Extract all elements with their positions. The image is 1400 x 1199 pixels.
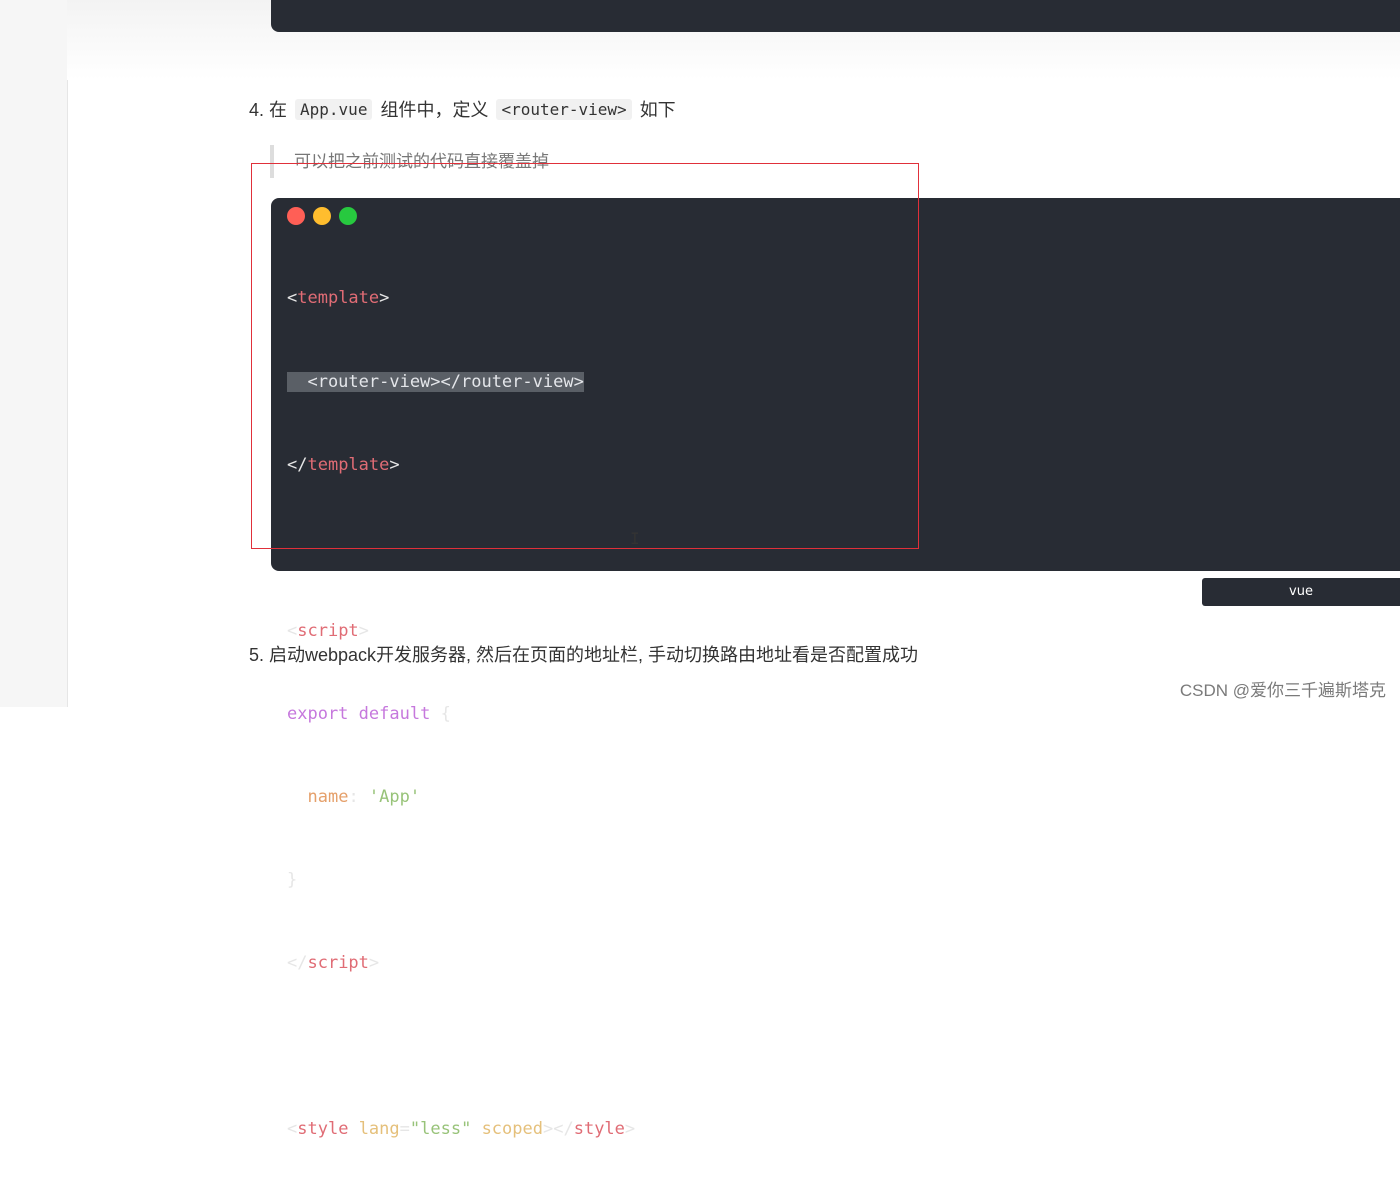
code-block: <template> <router-view></router-view> <… [271, 198, 1400, 1139]
code-content[interactable]: <template> <router-view></router-view> <… [287, 230, 635, 1199]
code-token: </ [287, 953, 308, 974]
code-line-11: <style lang="less" scoped></style> [287, 1116, 635, 1144]
code-token: style [297, 1119, 349, 1140]
code-token: template [297, 288, 380, 309]
code-token: } [287, 870, 298, 891]
left-sidebar-gutter [0, 0, 68, 707]
code-token: > [379, 288, 390, 309]
code-token: name [307, 786, 349, 807]
inline-code-app-vue: App.vue [295, 98, 373, 120]
code-token: scoped [481, 1119, 543, 1140]
code-token: : [348, 786, 369, 807]
step-4-prefix: 4. 在 [249, 100, 288, 120]
code-line-8: } [287, 867, 635, 895]
code-line-9: </script> [287, 950, 635, 978]
step-4-suffix: 如下 [639, 100, 676, 120]
red-dot-icon [287, 207, 305, 225]
code-line-6: export default { [287, 701, 635, 729]
code-line-1: <template> [287, 285, 635, 313]
green-dot-icon [339, 207, 357, 225]
code-language-label: vue [1202, 578, 1400, 606]
text-cursor-icon: I [630, 529, 640, 548]
blockquote-note: 可以把之前测试的代码直接覆盖掉 [270, 145, 549, 178]
code-token: template [307, 454, 390, 475]
previous-code-block [271, 0, 1400, 32]
inline-code-router-view: <router-view> [496, 98, 632, 120]
code-selected-text: <router-view></router-view> [287, 371, 584, 392]
code-token: style [573, 1119, 625, 1140]
code-token: script [297, 620, 359, 641]
code-line-3: </template> [287, 452, 635, 480]
code-token: "less" [409, 1119, 472, 1140]
code-token: </ [553, 1119, 574, 1140]
code-line-7: name: 'App' [287, 784, 635, 812]
code-token: < [287, 620, 298, 641]
code-token: lang [358, 1119, 400, 1140]
code-token: > [358, 620, 369, 641]
code-token: script [307, 953, 369, 974]
code-token: > [368, 953, 380, 974]
code-token: 'App' [368, 786, 421, 807]
code-token: = [399, 1119, 410, 1140]
code-token: < [287, 288, 298, 309]
step-4-middle: 组件中，定义 [380, 100, 489, 120]
step-5-heading: 5. 启动webpack开发服务器, 然后在页面的地址栏, 手动切换路由地址看是… [249, 645, 919, 665]
yellow-dot-icon [313, 207, 331, 225]
code-token: < [287, 1119, 298, 1140]
step-4-heading: 4. 在 App.vue 组件中，定义 <router-view> 如下 [249, 96, 676, 122]
code-token: > [624, 1119, 636, 1140]
csdn-watermark: CSDN @爱你三千遍斯塔克 [1179, 681, 1386, 700]
code-line-2: <router-view></router-view> [287, 369, 635, 397]
window-dots [287, 207, 357, 225]
code-token: </ [287, 454, 308, 475]
code-token: > [542, 1119, 554, 1140]
code-token: > [389, 454, 400, 475]
